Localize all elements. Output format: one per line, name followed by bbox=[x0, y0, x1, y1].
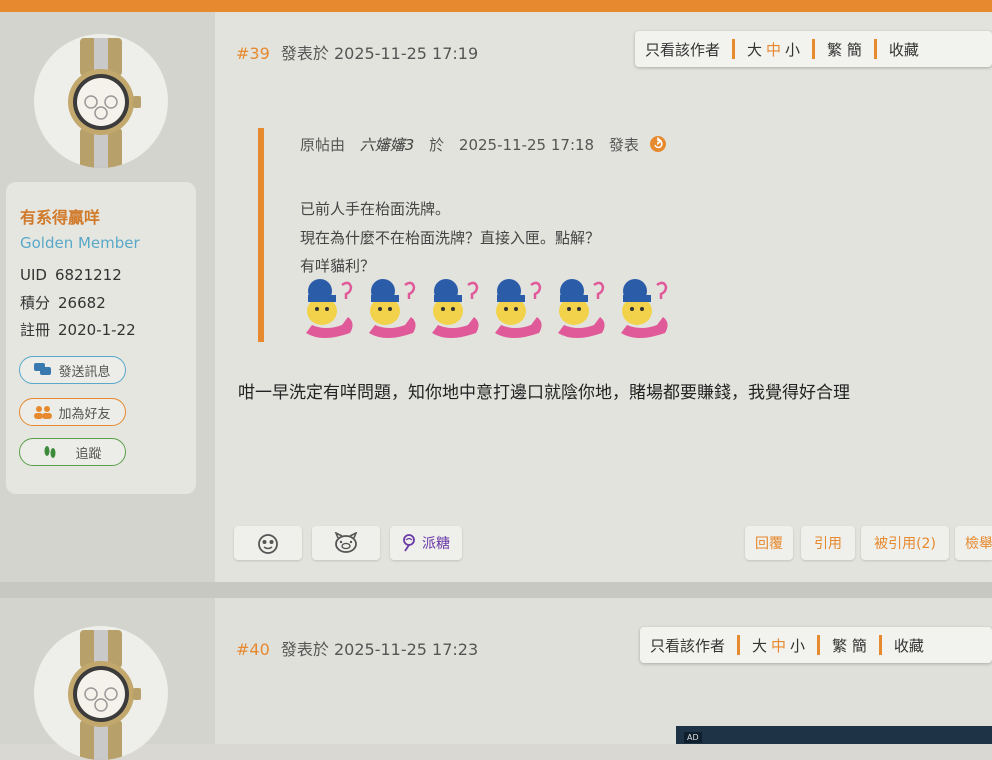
smiley-face-icon bbox=[258, 534, 278, 554]
send-message-label: 發送訊息 bbox=[58, 364, 111, 380]
quote-label: 引用 bbox=[814, 536, 842, 552]
quote-time: 2025-11-25 17:18 bbox=[458, 136, 595, 154]
footsteps-icon bbox=[44, 446, 56, 458]
quote-line: 有咩貓利？ bbox=[300, 257, 376, 275]
quote-header: 原帖由 六嬸嬸3 於 2025-11-25 17:18 發表 bbox=[300, 134, 666, 155]
post-content: 咁一早洗定有咩問題，知你地中意打邊口就陰你地，賭場都要賺錢，我覺得好合理 bbox=[238, 383, 850, 403]
ad-banner[interactable]: AD bbox=[676, 726, 992, 744]
post-number[interactable]: #39 bbox=[236, 44, 270, 63]
post-time: 2025-11-25 17:19 bbox=[333, 44, 479, 63]
people-icon bbox=[34, 406, 53, 419]
toolbar-divider bbox=[732, 39, 736, 59]
toolbar-divider bbox=[812, 39, 816, 59]
points-row: 積分 26682 bbox=[20, 292, 106, 313]
font-size-small[interactable]: 小 bbox=[790, 635, 805, 656]
quote-line: 現在為什麼不在枱面洗牌？直接入匣。點解？ bbox=[300, 229, 601, 247]
add-friend-button[interactable]: 加為好友 bbox=[19, 398, 126, 426]
toolbar-divider bbox=[817, 635, 821, 655]
quote-button[interactable]: 引用 bbox=[801, 526, 855, 560]
post-area-next bbox=[215, 598, 992, 744]
ad-label: AD bbox=[684, 732, 702, 743]
quoted-by-label: 被引用(2) bbox=[874, 536, 936, 552]
quoted-by-button[interactable]: 被引用(2) bbox=[861, 526, 949, 560]
react-pig-button[interactable] bbox=[312, 526, 380, 560]
author-only-link[interactable]: 只看該作者 bbox=[645, 39, 720, 60]
watch-icon bbox=[68, 38, 141, 168]
uid-label: UID bbox=[20, 266, 47, 284]
quote-bar bbox=[258, 128, 264, 342]
post-number[interactable]: #40 bbox=[236, 640, 270, 659]
posted-label: 發表於 bbox=[280, 640, 329, 659]
trad-simp-toggle[interactable]: 繁 簡 bbox=[827, 39, 862, 60]
jump-to-post-icon[interactable] bbox=[649, 136, 666, 152]
chat-icon bbox=[34, 363, 52, 375]
confused-face-sticker bbox=[369, 279, 416, 338]
confused-face-sticker bbox=[621, 279, 668, 338]
react-smiley-button[interactable] bbox=[234, 526, 302, 560]
follow-label: 追蹤 bbox=[75, 446, 102, 462]
confused-face-sticker bbox=[432, 279, 479, 338]
quote-suffix: 發表 bbox=[608, 136, 639, 154]
user-group: Golden Member bbox=[20, 234, 140, 252]
font-size-medium[interactable]: 中 bbox=[766, 39, 781, 60]
reply-label: 回覆 bbox=[755, 536, 783, 552]
give-candy-label: 派糖 bbox=[422, 536, 450, 552]
quote-line: 已前人手在枱面洗牌。 bbox=[300, 200, 451, 218]
give-candy-button[interactable]: 派糖 bbox=[390, 526, 462, 560]
reg-date: 2020-1-22 bbox=[58, 321, 136, 339]
quote-emoji-row bbox=[302, 277, 670, 341]
post-meta: #40 發表於 2025-11-25 17:23 bbox=[236, 636, 478, 660]
font-size-large[interactable]: 大 bbox=[747, 39, 762, 60]
points-value: 26682 bbox=[58, 294, 106, 312]
top-accent-bar bbox=[0, 0, 992, 12]
report-label: 檢舉 bbox=[965, 536, 992, 552]
username[interactable]: 有系得贏咩 bbox=[20, 204, 100, 228]
font-size-large[interactable]: 大 bbox=[752, 635, 767, 656]
toolbar-divider bbox=[873, 39, 877, 59]
quote-prefix: 原帖由 bbox=[300, 136, 346, 154]
toolbar-divider bbox=[878, 635, 882, 655]
follow-button[interactable]: 追蹤 bbox=[19, 438, 126, 466]
reg-label: 註冊 bbox=[20, 321, 51, 339]
post-toolbar: 只看該作者 大 中 小 繁 簡 收藏 bbox=[640, 627, 992, 663]
reg-row: 註冊 2020-1-22 bbox=[20, 319, 136, 340]
toolbar-divider bbox=[737, 635, 741, 655]
favorite-link[interactable]: 收藏 bbox=[889, 39, 919, 60]
author-only-link[interactable]: 只看該作者 bbox=[650, 635, 725, 656]
reply-button[interactable]: 回覆 bbox=[745, 526, 793, 560]
user-info-card: 有系得贏咩 Golden Member UID 6821212 積分 26682 註… bbox=[6, 182, 196, 494]
lollipop-icon bbox=[403, 534, 415, 552]
favorite-link[interactable]: 收藏 bbox=[894, 635, 924, 656]
avatar[interactable] bbox=[34, 34, 168, 168]
post-divider bbox=[0, 582, 992, 598]
avatar[interactable] bbox=[34, 626, 168, 760]
report-button[interactable]: 檢舉 bbox=[955, 526, 992, 560]
watch-icon bbox=[68, 630, 141, 760]
uid-value: 6821212 bbox=[54, 266, 122, 284]
trad-simp-toggle[interactable]: 繁 簡 bbox=[832, 635, 867, 656]
add-friend-label: 加為好友 bbox=[58, 406, 111, 422]
quote-author[interactable]: 六嬸嬸3 bbox=[360, 136, 415, 154]
points-label: 積分 bbox=[20, 294, 51, 312]
quote-on: 於 bbox=[429, 136, 445, 154]
confused-face-sticker bbox=[306, 279, 353, 338]
posted-label: 發表於 bbox=[280, 44, 329, 63]
post-toolbar: 只看該作者 大 中 小 繁 簡 收藏 bbox=[635, 31, 992, 67]
post-time: 2025-11-25 17:23 bbox=[333, 640, 479, 659]
font-size-medium[interactable]: 中 bbox=[771, 635, 786, 656]
send-message-button[interactable]: 發送訊息 bbox=[19, 356, 126, 384]
confused-face-sticker bbox=[558, 279, 605, 338]
font-size-small[interactable]: 小 bbox=[785, 39, 800, 60]
confused-face-sticker bbox=[495, 279, 542, 338]
post-meta: #39 發表於 2025-11-25 17:19 bbox=[236, 40, 478, 64]
uid-row: UID 6821212 bbox=[20, 266, 122, 284]
pig-face-icon bbox=[334, 532, 358, 553]
